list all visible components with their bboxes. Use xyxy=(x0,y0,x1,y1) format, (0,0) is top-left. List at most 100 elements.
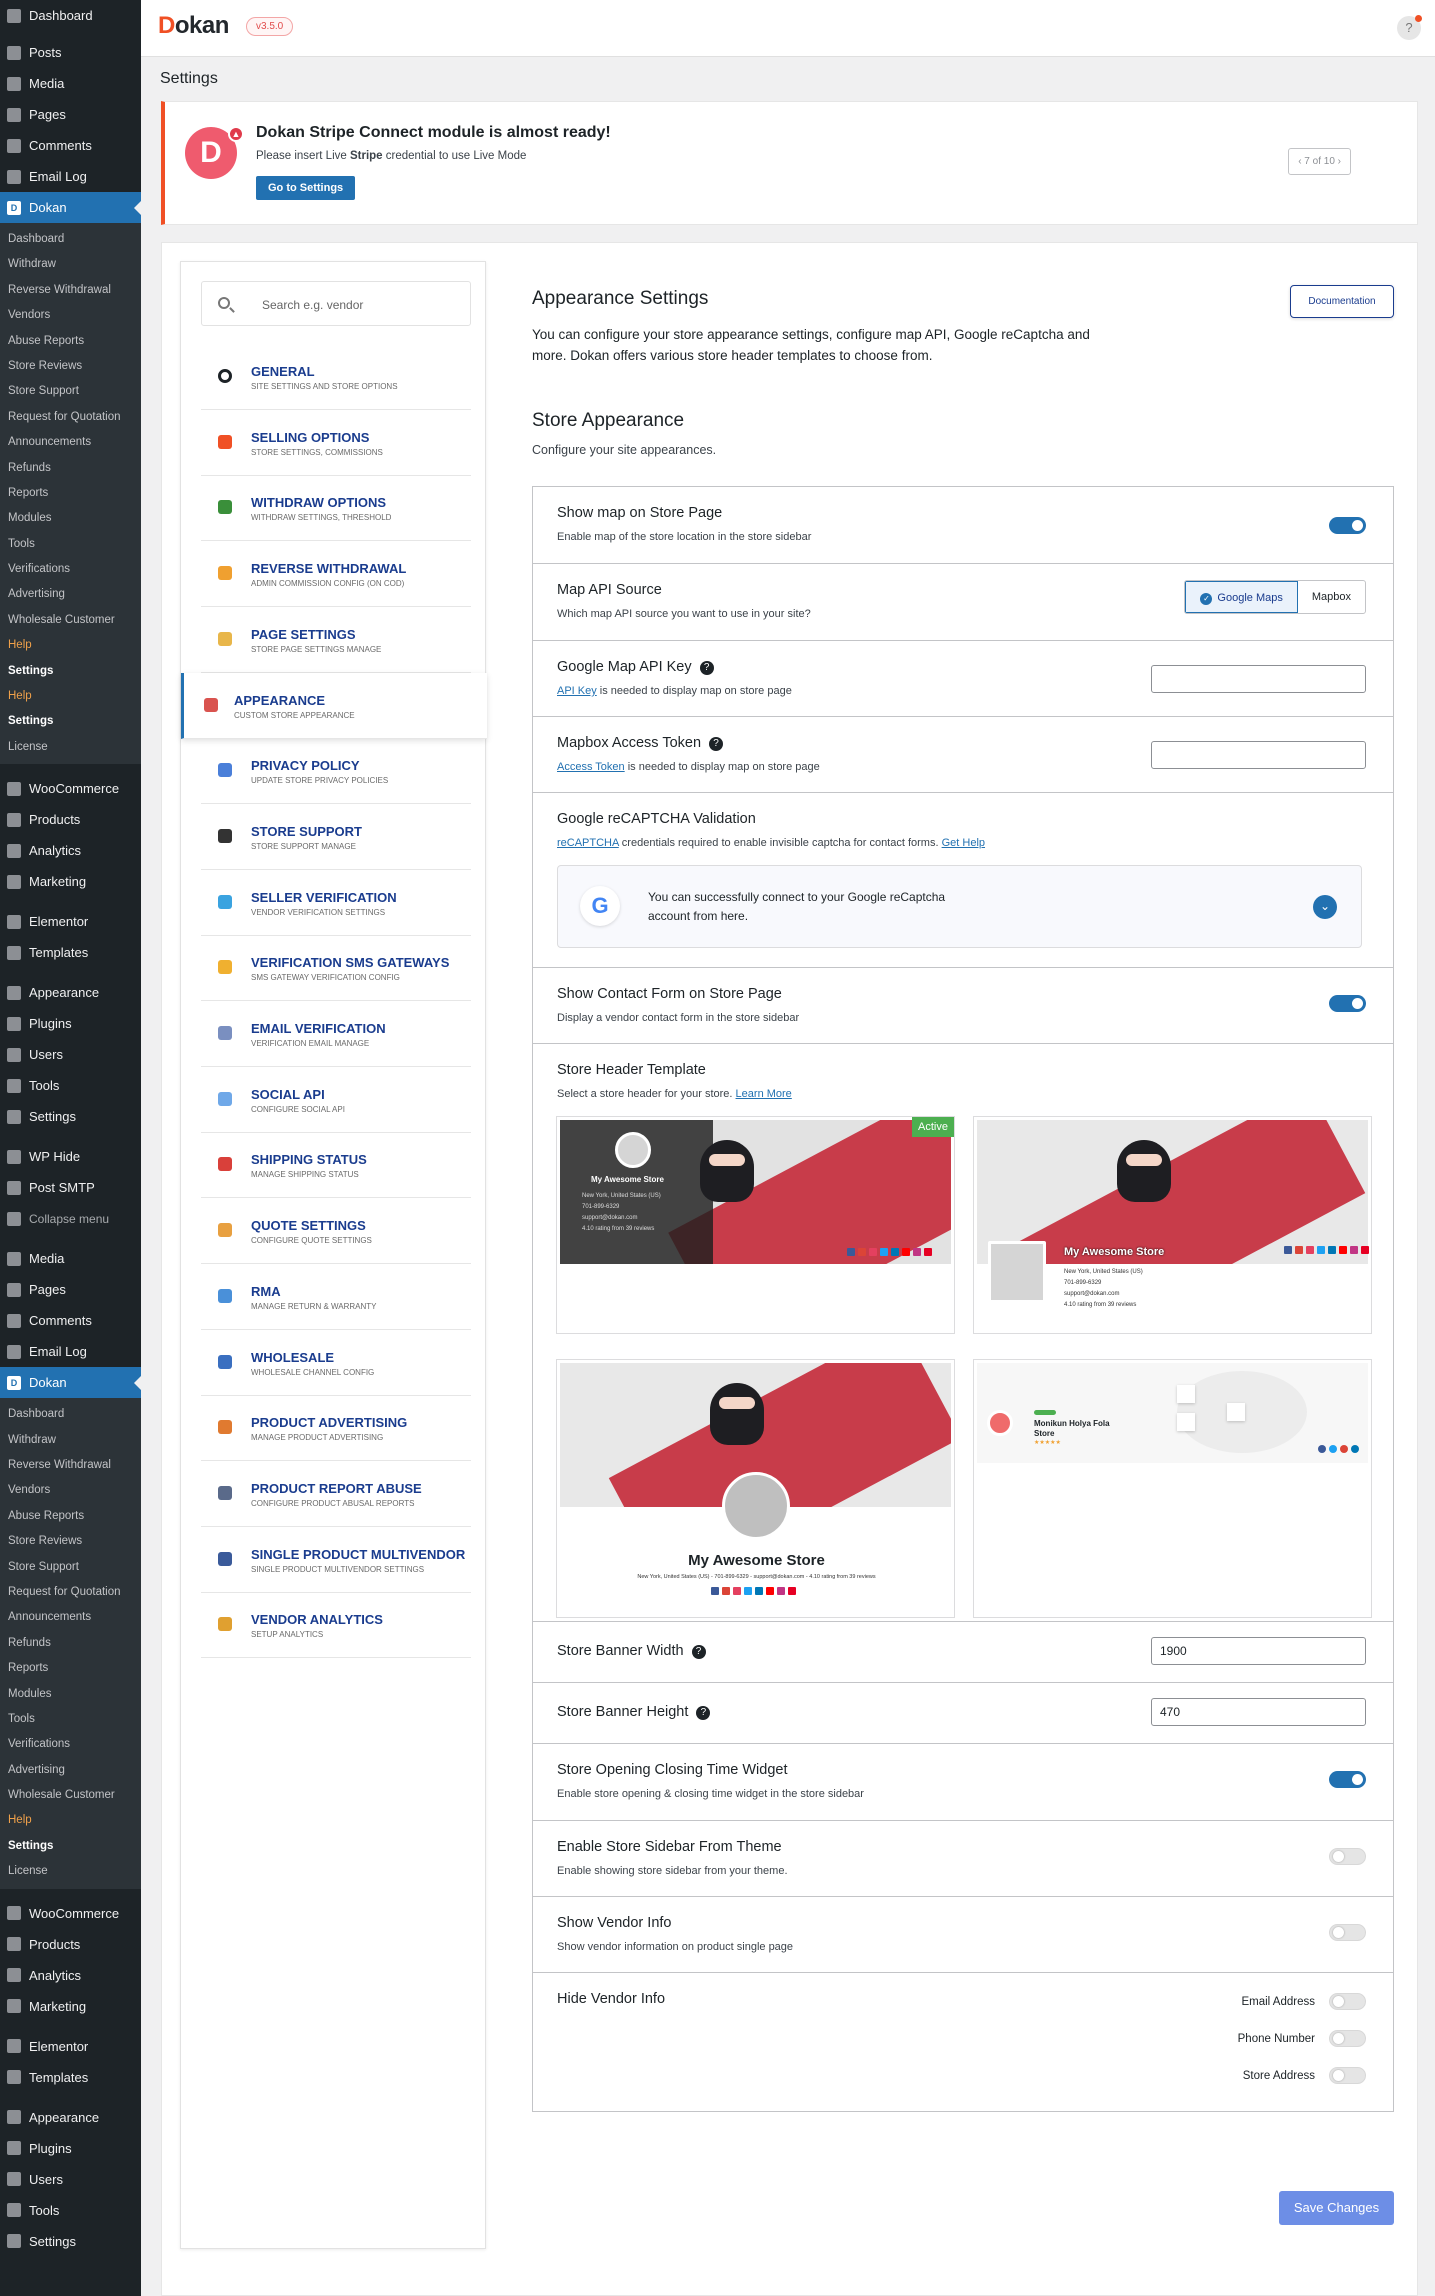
menu-item-tools[interactable]: Tools xyxy=(0,2195,141,2226)
submenu-item-announcements[interactable]: Announcements xyxy=(0,430,141,455)
submenu-item-advertising[interactable]: Advertising xyxy=(0,582,141,607)
menu-item-dokan[interactable]: D Dokan xyxy=(0,192,141,223)
help-icon[interactable]: ? xyxy=(1397,15,1422,40)
menu-item-dokan[interactable]: D Dokan xyxy=(0,1367,141,1399)
api-key-link[interactable]: API Key xyxy=(557,685,597,697)
menu-item-dashboard[interactable]: Dashboard xyxy=(0,0,141,31)
submenu-item-help[interactable]: Help xyxy=(0,1808,141,1833)
gmap-key-input[interactable] xyxy=(1151,665,1366,693)
google-maps-option[interactable]: ✓ Google Maps xyxy=(1185,581,1298,613)
menu-item-media[interactable]: Media xyxy=(0,1243,141,1274)
submenu-item-reports[interactable]: Reports xyxy=(0,481,141,506)
submenu-item-store-support[interactable]: Store Support xyxy=(0,379,141,404)
submenu-item-store-reviews[interactable]: Store Reviews xyxy=(0,354,141,379)
menu-item-pages[interactable]: Pages xyxy=(0,1274,141,1305)
header-template-1[interactable]: My Awesome Store New York, United States… xyxy=(556,1116,955,1334)
menu-item-media[interactable]: Media xyxy=(0,68,141,99)
menu-item-comments[interactable]: Comments xyxy=(0,1305,141,1336)
submenu-item-reverse-withdrawal[interactable]: Reverse Withdrawal xyxy=(0,1453,141,1478)
submenu-item-withdraw[interactable]: Withdraw xyxy=(0,1428,141,1453)
learn-more-link[interactable]: Learn More xyxy=(736,1088,792,1100)
submenu-item-abuse-reports[interactable]: Abuse Reports xyxy=(0,1504,141,1529)
menu-item-collapse-menu[interactable]: Collapse menu xyxy=(0,1203,141,1234)
submenu-item-announcements[interactable]: Announcements xyxy=(0,1605,141,1630)
menu-item-settings[interactable]: Settings xyxy=(0,2226,141,2257)
settings-search-input[interactable]: Search e.g. vendor xyxy=(201,281,471,326)
hide-email-toggle[interactable] xyxy=(1329,1993,1366,2010)
submenu-item-reports[interactable]: Reports xyxy=(0,1656,141,1681)
menu-item-email-log[interactable]: Email Log xyxy=(0,161,141,192)
submenu-item-store-reviews[interactable]: Store Reviews xyxy=(0,1529,141,1554)
submenu-item-request-for-quotation[interactable]: Request for Quotation xyxy=(0,405,141,430)
menu-item-products[interactable]: Products xyxy=(0,1929,141,1960)
menu-item-woocommerce[interactable]: WooCommerce xyxy=(0,773,141,804)
submenu-item-settings[interactable]: Settings xyxy=(0,659,141,684)
banner-width-input[interactable]: 1900 xyxy=(1151,1637,1366,1665)
hide-phone-toggle[interactable] xyxy=(1329,2030,1366,2047)
nav-item-appearance[interactable]: APPEARANCE CUSTOM STORE APPEARANCE xyxy=(181,672,487,739)
menu-item-plugins[interactable]: Plugins xyxy=(0,2133,141,2164)
nav-item-social-api[interactable]: SOCIAL API CONFIGURE SOCIAL API xyxy=(201,1067,471,1133)
menu-item-users[interactable]: Users xyxy=(0,2164,141,2195)
submenu-item-advertising[interactable]: Advertising xyxy=(0,1758,141,1783)
submenu-item-verifications[interactable]: Verifications xyxy=(0,1732,141,1757)
menu-item-marketing[interactable]: Marketing xyxy=(0,866,141,897)
submenu-item-help[interactable]: Help xyxy=(0,633,141,658)
header-template-2[interactable]: My Awesome Store New York, United States… xyxy=(973,1116,1372,1334)
submenu-item-vendors[interactable]: Vendors xyxy=(0,1478,141,1503)
mapbox-option[interactable]: Mapbox xyxy=(1298,581,1365,613)
menu-item-analytics[interactable]: Analytics xyxy=(0,1960,141,1991)
menu-item-email-log[interactable]: Email Log xyxy=(0,1336,141,1367)
menu-item-templates[interactable]: Templates xyxy=(0,2062,141,2093)
nav-item-page-settings[interactable]: PAGE SETTINGS STORE PAGE SETTINGS MANAGE xyxy=(201,607,471,673)
nav-item-product-advertising[interactable]: PRODUCT ADVERTISING MANAGE PRODUCT ADVERT… xyxy=(201,1395,471,1462)
nav-item-seller-verification[interactable]: SELLER VERIFICATION VENDOR VERIFICATION S… xyxy=(201,870,471,936)
menu-item-marketing[interactable]: Marketing xyxy=(0,1991,141,2022)
question-icon[interactable]: ? xyxy=(699,661,714,675)
menu-item-tools[interactable]: Tools xyxy=(0,1070,141,1101)
menu-item-pages[interactable]: Pages xyxy=(0,99,141,130)
nav-item-email-verification[interactable]: EMAIL VERIFICATION VERIFICATION EMAIL MAN… xyxy=(201,1001,471,1067)
menu-item-woocommerce[interactable]: WooCommerce xyxy=(0,1898,141,1929)
menu-item-wp-hide[interactable]: WP Hide xyxy=(0,1141,141,1172)
access-token-link[interactable]: Access Token xyxy=(557,761,625,773)
menu-item-elementor[interactable]: Elementor xyxy=(0,906,141,937)
submenu-item-help[interactable]: Help xyxy=(0,684,141,709)
menu-item-templates[interactable]: Templates xyxy=(0,937,141,968)
opening-widget-toggle[interactable] xyxy=(1329,1771,1366,1788)
nav-item-reverse-withdrawal[interactable]: REVERSE WITHDRAWAL ADMIN COMMISSION CONFI… xyxy=(201,541,471,608)
question-icon[interactable]: ? xyxy=(696,1706,711,1720)
submenu-item-verifications[interactable]: Verifications xyxy=(0,557,141,582)
nav-item-selling-options[interactable]: SELLING OPTIONS STORE SETTINGS, COMMISSIO… xyxy=(201,410,471,476)
question-icon[interactable]: ? xyxy=(709,737,724,751)
vendor-info-toggle[interactable] xyxy=(1329,1924,1366,1941)
go-to-settings-button[interactable]: Go to Settings xyxy=(256,176,356,200)
menu-item-appearance[interactable]: Appearance xyxy=(0,977,141,1008)
submenu-item-settings[interactable]: Settings xyxy=(0,1834,141,1859)
menu-item-products[interactable]: Products xyxy=(0,804,141,835)
submenu-item-vendors[interactable]: Vendors xyxy=(0,303,141,328)
submenu-item-wholesale-customer[interactable]: Wholesale Customer xyxy=(0,1783,141,1808)
nav-item-rma[interactable]: RMA MANAGE RETURN & WARRANTY xyxy=(201,1264,471,1330)
submenu-item-refunds[interactable]: Refunds xyxy=(0,1631,141,1656)
submenu-item-dashboard[interactable]: Dashboard xyxy=(0,227,141,252)
submenu-item-wholesale-customer[interactable]: Wholesale Customer xyxy=(0,608,141,633)
save-changes-button[interactable]: Save Changes xyxy=(1279,2191,1394,2225)
nav-item-general[interactable]: GENERAL SITE SETTINGS AND STORE OPTIONS xyxy=(201,344,471,410)
menu-item-post-smtp[interactable]: Post SMTP xyxy=(0,1172,141,1203)
question-icon[interactable]: ? xyxy=(691,1645,706,1659)
menu-item-users[interactable]: Users xyxy=(0,1039,141,1070)
nav-item-single-product-multivendor[interactable]: SINGLE PRODUCT MULTIVENDOR SINGLE PRODUCT… xyxy=(201,1527,471,1593)
submenu-item-withdraw[interactable]: Withdraw xyxy=(0,252,141,277)
submenu-item-store-support[interactable]: Store Support xyxy=(0,1555,141,1580)
nav-item-shipping-status[interactable]: SHIPPING STATUS MANAGE SHIPPING STATUS xyxy=(201,1132,471,1199)
chevron-down-icon[interactable]: ⌄ xyxy=(1313,895,1337,919)
banner-height-input[interactable]: 470 xyxy=(1151,1698,1366,1726)
submenu-item-tools[interactable]: Tools xyxy=(0,1707,141,1732)
header-template-3[interactable]: My Awesome Store New York, United States… xyxy=(556,1359,955,1618)
show-map-toggle[interactable] xyxy=(1329,517,1366,534)
menu-item-posts[interactable]: Posts xyxy=(0,37,141,68)
menu-item-comments[interactable]: Comments xyxy=(0,130,141,161)
recaptcha-link[interactable]: reCAPTCHA xyxy=(557,837,619,849)
submenu-item-abuse-reports[interactable]: Abuse Reports xyxy=(0,329,141,354)
